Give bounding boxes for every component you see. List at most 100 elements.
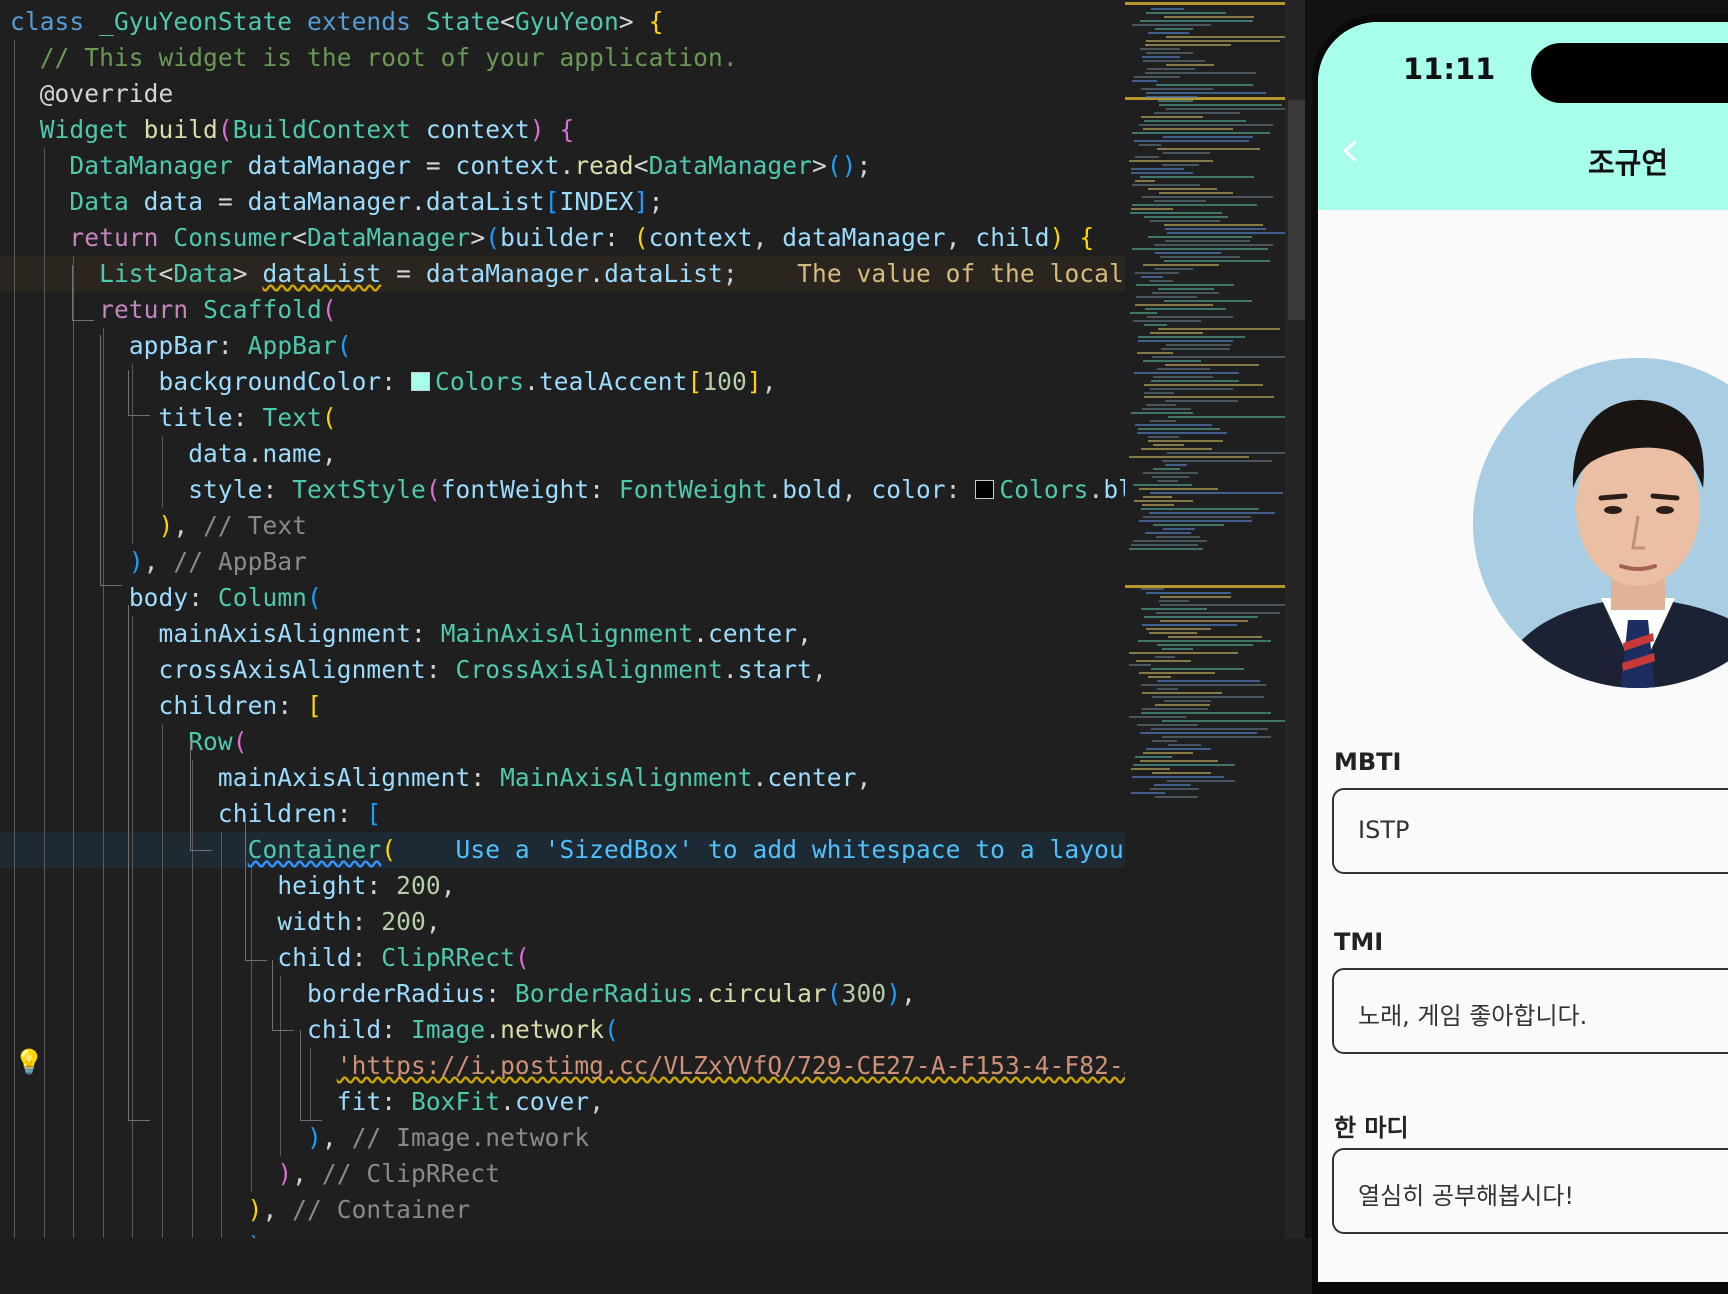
indent-guide	[102, 1156, 104, 1192]
code-line[interactable]: mainAxisAlignment: MainAxisAlignment.cen…	[0, 760, 1125, 796]
code-token: >	[618, 7, 649, 36]
back-chevron-icon[interactable]	[1340, 140, 1362, 162]
code-token: ,	[425, 907, 441, 936]
code-line[interactable]: appBar: AppBar(	[0, 328, 1125, 364]
indent-guide	[221, 1192, 223, 1228]
code-token: .	[752, 763, 768, 792]
indent-guide	[102, 544, 104, 580]
indent-guide	[14, 292, 15, 328]
indent-guide	[132, 688, 134, 724]
indent-guide	[73, 832, 75, 868]
color-swatch-icon[interactable]	[975, 480, 995, 499]
code-line[interactable]: ), // ClipRRect	[0, 1156, 1125, 1192]
indent-guide	[221, 1156, 223, 1192]
code-editor[interactable]: class _GyuYeonState extends State<GyuYeo…	[0, 0, 1125, 1238]
lightbulb-icon[interactable]: 💡	[14, 1048, 44, 1076]
minimap-line	[1147, 316, 1233, 318]
minimap-line	[1139, 488, 1218, 490]
indent-guide	[102, 1012, 104, 1048]
code-token: height	[277, 871, 367, 900]
minimap[interactable]	[1125, 0, 1285, 1238]
code-line[interactable]: width: 200,	[0, 904, 1125, 940]
code-line[interactable]: title: Text(	[0, 400, 1125, 436]
minimap-line	[1168, 636, 1262, 638]
minimap-line	[1146, 92, 1266, 94]
indent-guide	[132, 940, 134, 976]
code-line[interactable]: child: ClipRRect(	[0, 940, 1125, 976]
code-token: @override	[39, 79, 174, 108]
code-line[interactable]: ), // Image.network	[0, 1120, 1125, 1156]
code-token: :	[945, 475, 976, 504]
code-token: ,	[173, 511, 204, 540]
code-line[interactable]: child: Image.network(	[0, 1012, 1125, 1048]
minimap-line	[1133, 484, 1192, 486]
minimap-line	[1133, 320, 1201, 322]
code-line[interactable]: ), // Text	[0, 508, 1125, 544]
code-line[interactable]: borderRadius: BorderRadius.circular(300)…	[0, 976, 1125, 1012]
code-line[interactable]: 'https://i.postimg.cc/VLZxYVfQ/729-CE27-…	[0, 1048, 1125, 1084]
color-swatch-icon[interactable]	[410, 372, 430, 391]
code-line[interactable]: Container( Use a 'SizedBox' to add white…	[0, 832, 1125, 868]
code-line[interactable]: children: [	[0, 688, 1125, 724]
code-token: appBar	[128, 331, 218, 360]
code-line[interactable]: style: TextStyle(fontWeight: FontWeight.…	[0, 472, 1125, 508]
code-token: )	[247, 1195, 263, 1224]
code-line[interactable]: children: [	[0, 796, 1125, 832]
minimap-line	[1154, 112, 1240, 114]
code-line[interactable]: return Scaffold(	[0, 292, 1125, 328]
code-line[interactable]: return Consumer<DataManager>(builder: (c…	[0, 220, 1125, 256]
code-token: :	[217, 331, 248, 360]
code-line[interactable]: crossAxisAlignment: CrossAxisAlignment.s…	[0, 652, 1125, 688]
code-line[interactable]: List<Data> dataList = dataManager.dataLi…	[0, 256, 1125, 292]
code-token: (	[307, 583, 322, 612]
code-line[interactable]: // This widget is the root of your appli…	[0, 40, 1125, 76]
minimap-line	[1168, 416, 1285, 418]
code-token: Colors	[999, 475, 1089, 504]
minimap-line	[1152, 740, 1177, 742]
code-token: title	[158, 403, 233, 432]
bracket-pair-guide	[100, 585, 122, 586]
minimap-line	[1145, 308, 1226, 310]
code-line[interactable]: Widget build(BuildContext context) {	[0, 112, 1125, 148]
minimap-line	[1134, 500, 1193, 502]
code-line[interactable]: ), // AppBar	[0, 544, 1125, 580]
minimap-line	[1129, 652, 1238, 654]
code-token: BoxFit	[410, 1087, 501, 1116]
minimap-line	[1151, 728, 1268, 730]
code-line[interactable]: mainAxisAlignment: MainAxisAlignment.cen…	[0, 616, 1125, 652]
minimap-line	[1162, 736, 1271, 738]
minimap-section-marker	[1125, 2, 1285, 5]
indent-guide	[73, 436, 75, 472]
code-token: children	[217, 799, 337, 828]
code-line[interactable]: backgroundColor: Colors.tealAccent[100],	[0, 364, 1125, 400]
code-line[interactable]: ), // Container	[0, 1192, 1125, 1228]
minimap-line	[1132, 204, 1257, 206]
code-token: builder	[500, 223, 605, 252]
code-token: start	[737, 655, 812, 684]
minimap-line	[1138, 336, 1245, 338]
indent-guide	[102, 796, 104, 832]
indent-guide	[221, 1120, 223, 1156]
code-line[interactable]: @override	[0, 76, 1125, 112]
code-token: ;	[722, 259, 738, 288]
code-line[interactable]: Data data = dataManager.dataList[INDEX];	[0, 184, 1125, 220]
code-line[interactable]: Row(	[0, 724, 1125, 760]
indent-guide	[73, 364, 75, 400]
indent-guide	[14, 40, 15, 76]
code-token: .	[500, 1087, 515, 1116]
code-line[interactable]: DataManager dataManager = context.read<D…	[0, 148, 1125, 184]
code-line[interactable]: fit: BoxFit.cover,	[0, 1084, 1125, 1120]
code-token: (	[514, 943, 530, 972]
code-line[interactable]: height: 200,	[0, 868, 1125, 904]
code-token: :	[188, 583, 218, 612]
code-line[interactable]: )	[0, 1228, 1125, 1238]
indent-guide	[132, 1192, 134, 1228]
code-line[interactable]: data.name,	[0, 436, 1125, 472]
code-line[interactable]: body: Column(	[0, 580, 1125, 616]
minimap-line	[1168, 744, 1201, 746]
code-token: BorderRadius	[514, 979, 694, 1008]
minimap-line	[1142, 408, 1191, 410]
code-token: (	[336, 331, 352, 360]
code-line[interactable]: class _GyuYeonState extends State<GyuYeo…	[0, 4, 1125, 40]
